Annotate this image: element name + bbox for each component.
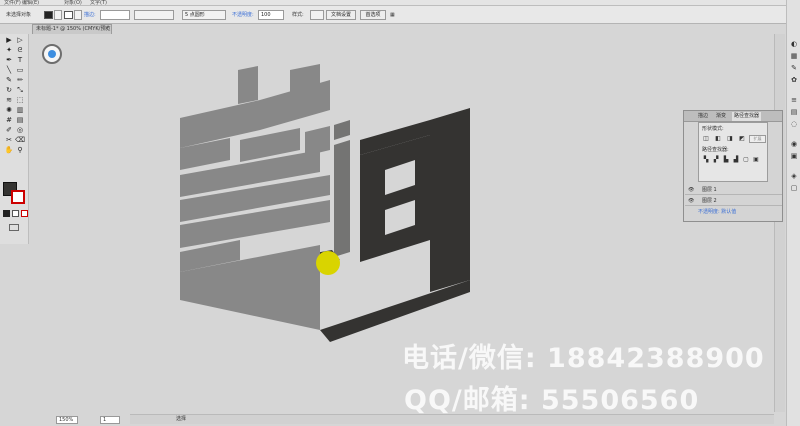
lasso-icon[interactable]: ᘓ: [15, 46, 25, 55]
merge-icon[interactable]: ▙: [722, 156, 730, 163]
cursor-highlight: [316, 251, 340, 275]
eraser-icon[interactable]: ⌫: [15, 136, 25, 145]
shape-modes-label: 形状模式:: [702, 126, 724, 132]
zoom-field[interactable]: 150%: [56, 416, 78, 424]
intersect-icon[interactable]: ◨: [726, 135, 734, 142]
layers-panel-icon[interactable]: ◈: [789, 172, 799, 181]
transparency-panel-icon[interactable]: ◌: [789, 120, 799, 129]
minus-front-icon[interactable]: ◧: [714, 135, 722, 142]
graphic-styles-panel-icon[interactable]: ▣: [789, 152, 799, 161]
eyedropper-icon[interactable]: ✐: [4, 126, 14, 135]
hand-icon[interactable]: ✋: [4, 146, 14, 155]
paintbrush-icon[interactable]: ✎: [4, 76, 14, 85]
vertical-scrollbar[interactable]: [774, 34, 785, 412]
minus-back-icon[interactable]: ▣: [752, 156, 760, 163]
exclude-icon[interactable]: ◩: [738, 135, 746, 142]
expand-button[interactable]: 扩展: [749, 135, 766, 143]
current-tool-label: 选择: [176, 416, 187, 422]
right-dock: ◐ ▦ ✎ ✿ ≡ ▤ ◌ ◉ ▣ ◈ ▢: [786, 0, 800, 426]
layer-name: 图层 1: [701, 187, 717, 193]
stroke-color-swatch[interactable]: [11, 190, 25, 204]
gradient-panel-icon[interactable]: ▤: [789, 108, 799, 117]
crop-icon[interactable]: ▟: [732, 156, 740, 163]
layer-row[interactable]: 👁 图层 1: [685, 185, 782, 195]
free-transform-icon[interactable]: ⬚: [15, 96, 25, 105]
none-mode-icon[interactable]: [21, 210, 28, 217]
layer-row[interactable]: 👁 图层 2: [685, 196, 782, 206]
gradient-icon[interactable]: ▤: [15, 116, 25, 125]
mesh-icon[interactable]: #: [4, 116, 14, 125]
line-icon[interactable]: ╲: [4, 66, 14, 75]
graph-icon[interactable]: ▥: [15, 106, 25, 115]
watermark-qq: QQ/邮箱: 55506560: [404, 385, 700, 416]
pencil-icon[interactable]: ✏: [15, 76, 25, 85]
rectangle-icon[interactable]: ▭: [15, 66, 25, 75]
layer-name: 图层 2: [701, 198, 717, 204]
color-mode-icon[interactable]: [3, 210, 10, 217]
tab-stroke[interactable]: 描边: [696, 112, 710, 121]
pathfinder-label: 路径查找器:: [702, 147, 729, 153]
rotate-icon[interactable]: ↻: [4, 86, 14, 95]
tools-panel: ▶ ▷ ✦ ᘓ ✒ T ╲ ▭ ✎ ✏ ↻ ⤡ ≋ ⬚ ✺ ▥ # ▤ ✐ ◎ …: [0, 34, 29, 244]
ri-outer: [360, 135, 430, 262]
opacity-row[interactable]: 不透明度: 默认值: [698, 209, 736, 215]
appearance-panel-icon[interactable]: ◉: [789, 140, 799, 149]
outline-icon[interactable]: ▢: [742, 156, 750, 163]
page-field[interactable]: 1: [100, 416, 120, 424]
visibility-icon[interactable]: 👁: [688, 198, 694, 204]
direct-selection-icon[interactable]: ▷: [15, 36, 25, 45]
type-icon[interactable]: T: [15, 56, 25, 65]
navigator-icon[interactable]: [42, 44, 62, 64]
trim-icon[interactable]: ▞: [712, 156, 720, 163]
symbols-panel-icon[interactable]: ✿: [789, 76, 799, 85]
color-panel-icon[interactable]: ◐: [789, 40, 799, 49]
frame-bottom: [320, 280, 470, 342]
brushes-panel-icon[interactable]: ✎: [789, 64, 799, 73]
warp-icon[interactable]: ≋: [4, 96, 14, 105]
symbol-sprayer-icon[interactable]: ✺: [4, 106, 14, 115]
panel-tabs: 描边 渐变 路径查找器: [684, 111, 782, 122]
swatches-panel-icon[interactable]: ▦: [789, 52, 799, 61]
watermark-phone: 电话/微信: 18842388900: [402, 343, 765, 374]
pen-icon[interactable]: ✒: [4, 56, 14, 65]
jian-stroke: [334, 140, 350, 257]
selection-icon[interactable]: ▶: [4, 36, 14, 45]
divide-icon[interactable]: ▚: [702, 156, 710, 163]
blend-icon[interactable]: ◎: [15, 126, 25, 135]
screen-mode-icon[interactable]: [9, 224, 19, 231]
zoom-icon[interactable]: ⚲: [15, 146, 25, 155]
kong-chimney-1: [238, 66, 258, 104]
pathfinder-body: 形状模式: ◫ ◧ ◨ ◩ 扩展 路径查找器: ▚ ▞ ▙ ▟ ▢ ▣: [698, 122, 768, 182]
pathfinder-panel: 描边 渐变 路径查找器 形状模式: ◫ ◧ ◨ ◩ 扩展 路径查找器: ▚ ▞ …: [683, 110, 783, 222]
tab-gradient[interactable]: 渐变: [714, 112, 728, 121]
unite-icon[interactable]: ◫: [702, 135, 710, 142]
stroke-panel-icon[interactable]: ≡: [789, 96, 799, 105]
slice-icon[interactable]: ✂: [4, 136, 14, 145]
magic-wand-icon[interactable]: ✦: [4, 46, 14, 55]
visibility-icon[interactable]: 👁: [688, 187, 694, 193]
tab-pathfinder[interactable]: 路径查找器: [732, 112, 762, 121]
frame-right-wall: [430, 108, 470, 292]
artboards-panel-icon[interactable]: ▢: [789, 184, 799, 193]
scale-icon[interactable]: ⤡: [15, 86, 25, 95]
jian-dot: [334, 120, 350, 140]
gradient-mode-icon[interactable]: [12, 210, 19, 217]
